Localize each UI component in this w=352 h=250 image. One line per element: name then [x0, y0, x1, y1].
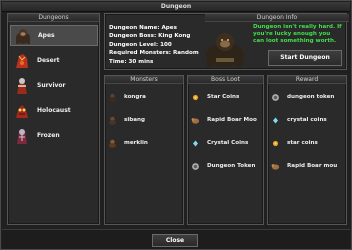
dungeon-item-apes[interactable]: Apes [10, 25, 98, 46]
boar-mount-icon [271, 162, 280, 171]
dungeon-info-header: Dungeon Info [205, 14, 349, 22]
loot-row[interactable]: Crystal Coins [191, 136, 248, 150]
monster-label: merklin [124, 140, 148, 146]
ape-icon [108, 93, 117, 102]
monster-label: kongra [124, 94, 146, 100]
monster-row[interactable]: sibang [108, 113, 145, 127]
monsters-header: Monsters [105, 76, 183, 84]
dungeon-window: Dungeon Dungeons Apes Desert Survivor Ho… [0, 0, 352, 250]
required-monsters-text: Required Monsters: Random [109, 50, 199, 57]
desert-monster-icon [13, 52, 31, 70]
boar-mount-icon [191, 116, 200, 125]
reward-row[interactable]: Rapid Boar mou [271, 159, 337, 173]
dungeon-item-label: Survivor [37, 82, 66, 89]
crystal-coin-icon [191, 139, 200, 148]
ape-icon [108, 139, 117, 148]
boss-loot-header: Boss Loot [188, 76, 263, 84]
close-button[interactable]: Close [152, 234, 198, 247]
boss-loot-panel: Boss Loot Star Coins Rapid Boar Moo Crys… [187, 75, 264, 225]
reward-row[interactable]: dungeon token [271, 90, 334, 104]
loot-row[interactable]: Rapid Boar Moo [191, 113, 257, 127]
dungeon-boss-text: Dungeon Boss: King Kong [109, 33, 191, 40]
reward-row[interactable]: crystal coins [271, 113, 327, 127]
dungeon-time-text: Time: 30 mins [109, 58, 154, 65]
ape-icon [14, 27, 32, 45]
dungeon-info-details: Dungeon Name: Apes Dungeon Boss: King Ko… [109, 24, 199, 66]
reward-label: crystal coins [287, 117, 327, 123]
dungeon-item-frozen[interactable]: Frozen [10, 125, 98, 146]
monster-row[interactable]: merklin [108, 136, 148, 150]
loot-row[interactable]: Star Coins [191, 90, 239, 104]
holocaust-icon [13, 102, 31, 120]
reward-row[interactable]: star coins [271, 136, 318, 150]
frozen-icon [13, 127, 31, 145]
monsters-panel: Monsters kongra sibang merklin [104, 75, 184, 225]
monster-label: sibang [124, 117, 146, 123]
boss-portrait [202, 30, 248, 68]
dungeon-level-text: Dungeon Level: 100 [109, 41, 172, 48]
dungeon-item-survivor[interactable]: Survivor [10, 75, 98, 96]
dungeon-item-label: Desert [37, 57, 60, 64]
dungeon-item-label: Apes [38, 32, 55, 39]
reward-header: Reward [268, 76, 346, 84]
ape-icon [108, 116, 117, 125]
crystal-coin-icon [271, 116, 280, 125]
dungeon-name-text: Dungeon Name: Apes [109, 25, 177, 31]
loot-label: Dungeon Token [207, 163, 256, 169]
star-coin-icon [271, 139, 280, 148]
loot-row[interactable]: Dungeon Token [191, 159, 255, 173]
start-dungeon-button[interactable]: Start Dungeon [268, 50, 342, 66]
loot-label: Crystal Coins [207, 140, 249, 146]
star-coin-icon [191, 93, 200, 102]
dungeon-item-holocaust[interactable]: Holocaust [10, 100, 98, 121]
monster-row[interactable]: kongra [108, 90, 146, 104]
dungeon-list-panel: Dungeons Apes Desert Survivor Holocaust … [7, 13, 100, 225]
dungeon-info-panel: Dungeon Info Dungeon Name: Apes Dungeon … [104, 13, 349, 70]
reward-label: Rapid Boar mou [287, 163, 338, 169]
reward-label: star coins [287, 140, 318, 146]
reward-panel: Reward dungeon token crystal coins star … [267, 75, 347, 225]
dungeon-token-icon [191, 162, 200, 171]
dungeon-item-label: Holocaust [37, 107, 71, 114]
loot-label: Star Coins [207, 94, 240, 100]
reward-label: dungeon token [287, 94, 335, 100]
dungeon-item-desert[interactable]: Desert [10, 50, 98, 71]
survivor-icon [13, 77, 31, 95]
dungeon-item-label: Frozen [37, 132, 60, 139]
window-title[interactable]: Dungeon [2, 2, 350, 12]
dungeon-token-icon [271, 93, 280, 102]
dungeon-message: Dungeon isn't really hard. If you're luc… [253, 24, 342, 44]
loot-label: Rapid Boar Moo [207, 117, 257, 123]
dungeon-list-header: Dungeons [8, 14, 99, 22]
